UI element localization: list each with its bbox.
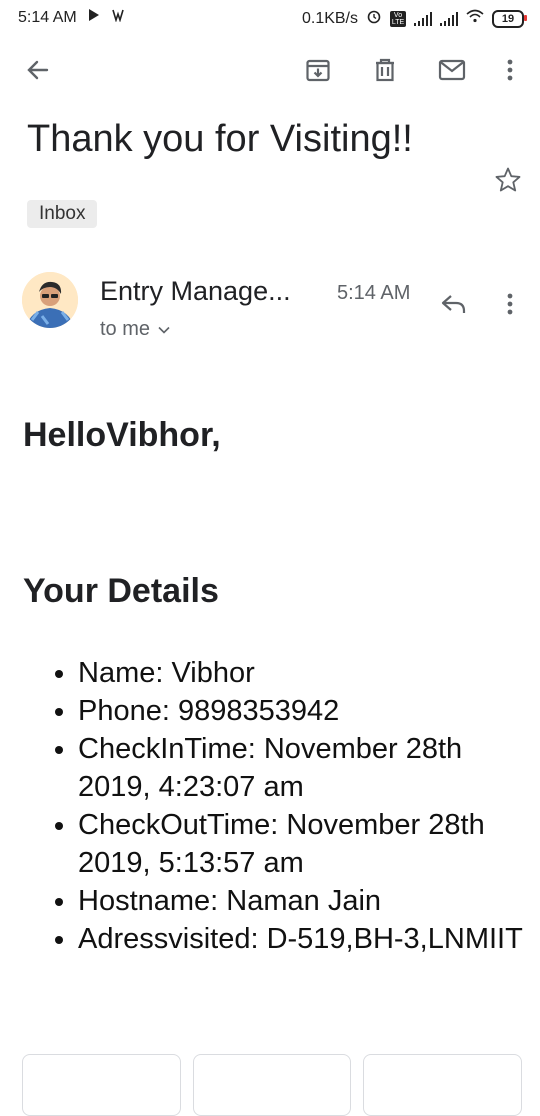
app-notification-icon xyxy=(111,8,125,27)
bottom-action-row xyxy=(22,1054,523,1116)
more-vertical-icon xyxy=(507,59,513,81)
net-speed: 0.1KB/s xyxy=(301,9,358,27)
message-more-button[interactable] xyxy=(490,282,530,326)
forward-action-button[interactable] xyxy=(363,1054,523,1116)
recipient-details-toggle[interactable]: to me xyxy=(100,318,170,341)
volte-badge: Vo LTE xyxy=(390,10,406,27)
wifi-icon xyxy=(466,9,484,28)
status-time: 5:14 AM xyxy=(18,8,77,26)
signal-2-icon xyxy=(440,11,458,26)
mark-unread-button[interactable] xyxy=(428,44,476,96)
reply-icon xyxy=(441,295,466,313)
delete-button[interactable] xyxy=(361,44,409,96)
greeting: HelloVibhor, xyxy=(23,416,221,454)
detail-address: Adressvisited: D-519,BH-3,LNMIIT xyxy=(78,920,538,958)
inbox-label-chip[interactable]: Inbox xyxy=(27,200,98,228)
email-subject: Thank you for Visiting!! xyxy=(27,118,413,160)
trash-icon xyxy=(376,58,394,82)
detail-checkout: CheckOutTime: November 28th 2019, 5:13:5… xyxy=(78,806,538,882)
sender-name[interactable]: Entry Manage... xyxy=(100,276,291,307)
battery-icon: 19 xyxy=(492,9,527,28)
star-button[interactable] xyxy=(490,162,526,198)
detail-checkin: CheckInTime: November 28th 2019, 4:23:07… xyxy=(78,730,538,806)
reply-all-action-button[interactable] xyxy=(192,1054,352,1116)
archive-icon xyxy=(306,59,330,82)
app-bar xyxy=(0,44,540,100)
status-bar: 5:14 AM 0.1KB/s Vo LTE 19 xyxy=(0,0,540,36)
play-store-icon xyxy=(87,8,101,27)
sender-avatar[interactable] xyxy=(22,272,78,328)
arrow-left-icon xyxy=(27,60,49,80)
alarm-icon xyxy=(366,8,382,29)
reply-button[interactable] xyxy=(432,284,476,324)
detail-phone: Phone: 9898353942 xyxy=(78,692,538,730)
detail-name: Name: Vibhor xyxy=(78,654,538,692)
email-time: 5:14 AM xyxy=(337,282,411,304)
more-vertical-icon xyxy=(507,293,513,315)
recipient-text: to me xyxy=(100,318,151,340)
mail-icon xyxy=(438,59,466,81)
more-options-button[interactable] xyxy=(486,44,534,96)
back-button[interactable] xyxy=(14,44,62,96)
detail-host: Hostname: Naman Jain xyxy=(78,882,538,920)
battery-level: 19 xyxy=(501,12,515,25)
chevron-down-icon xyxy=(158,326,170,334)
star-icon xyxy=(495,167,521,192)
details-heading: Your Details xyxy=(23,572,219,610)
signal-icon xyxy=(414,11,432,26)
reply-action-button[interactable] xyxy=(22,1054,181,1116)
details-list: Name: Vibhor Phone: 9898353942 CheckInTi… xyxy=(23,654,538,958)
archive-button[interactable] xyxy=(294,44,342,96)
